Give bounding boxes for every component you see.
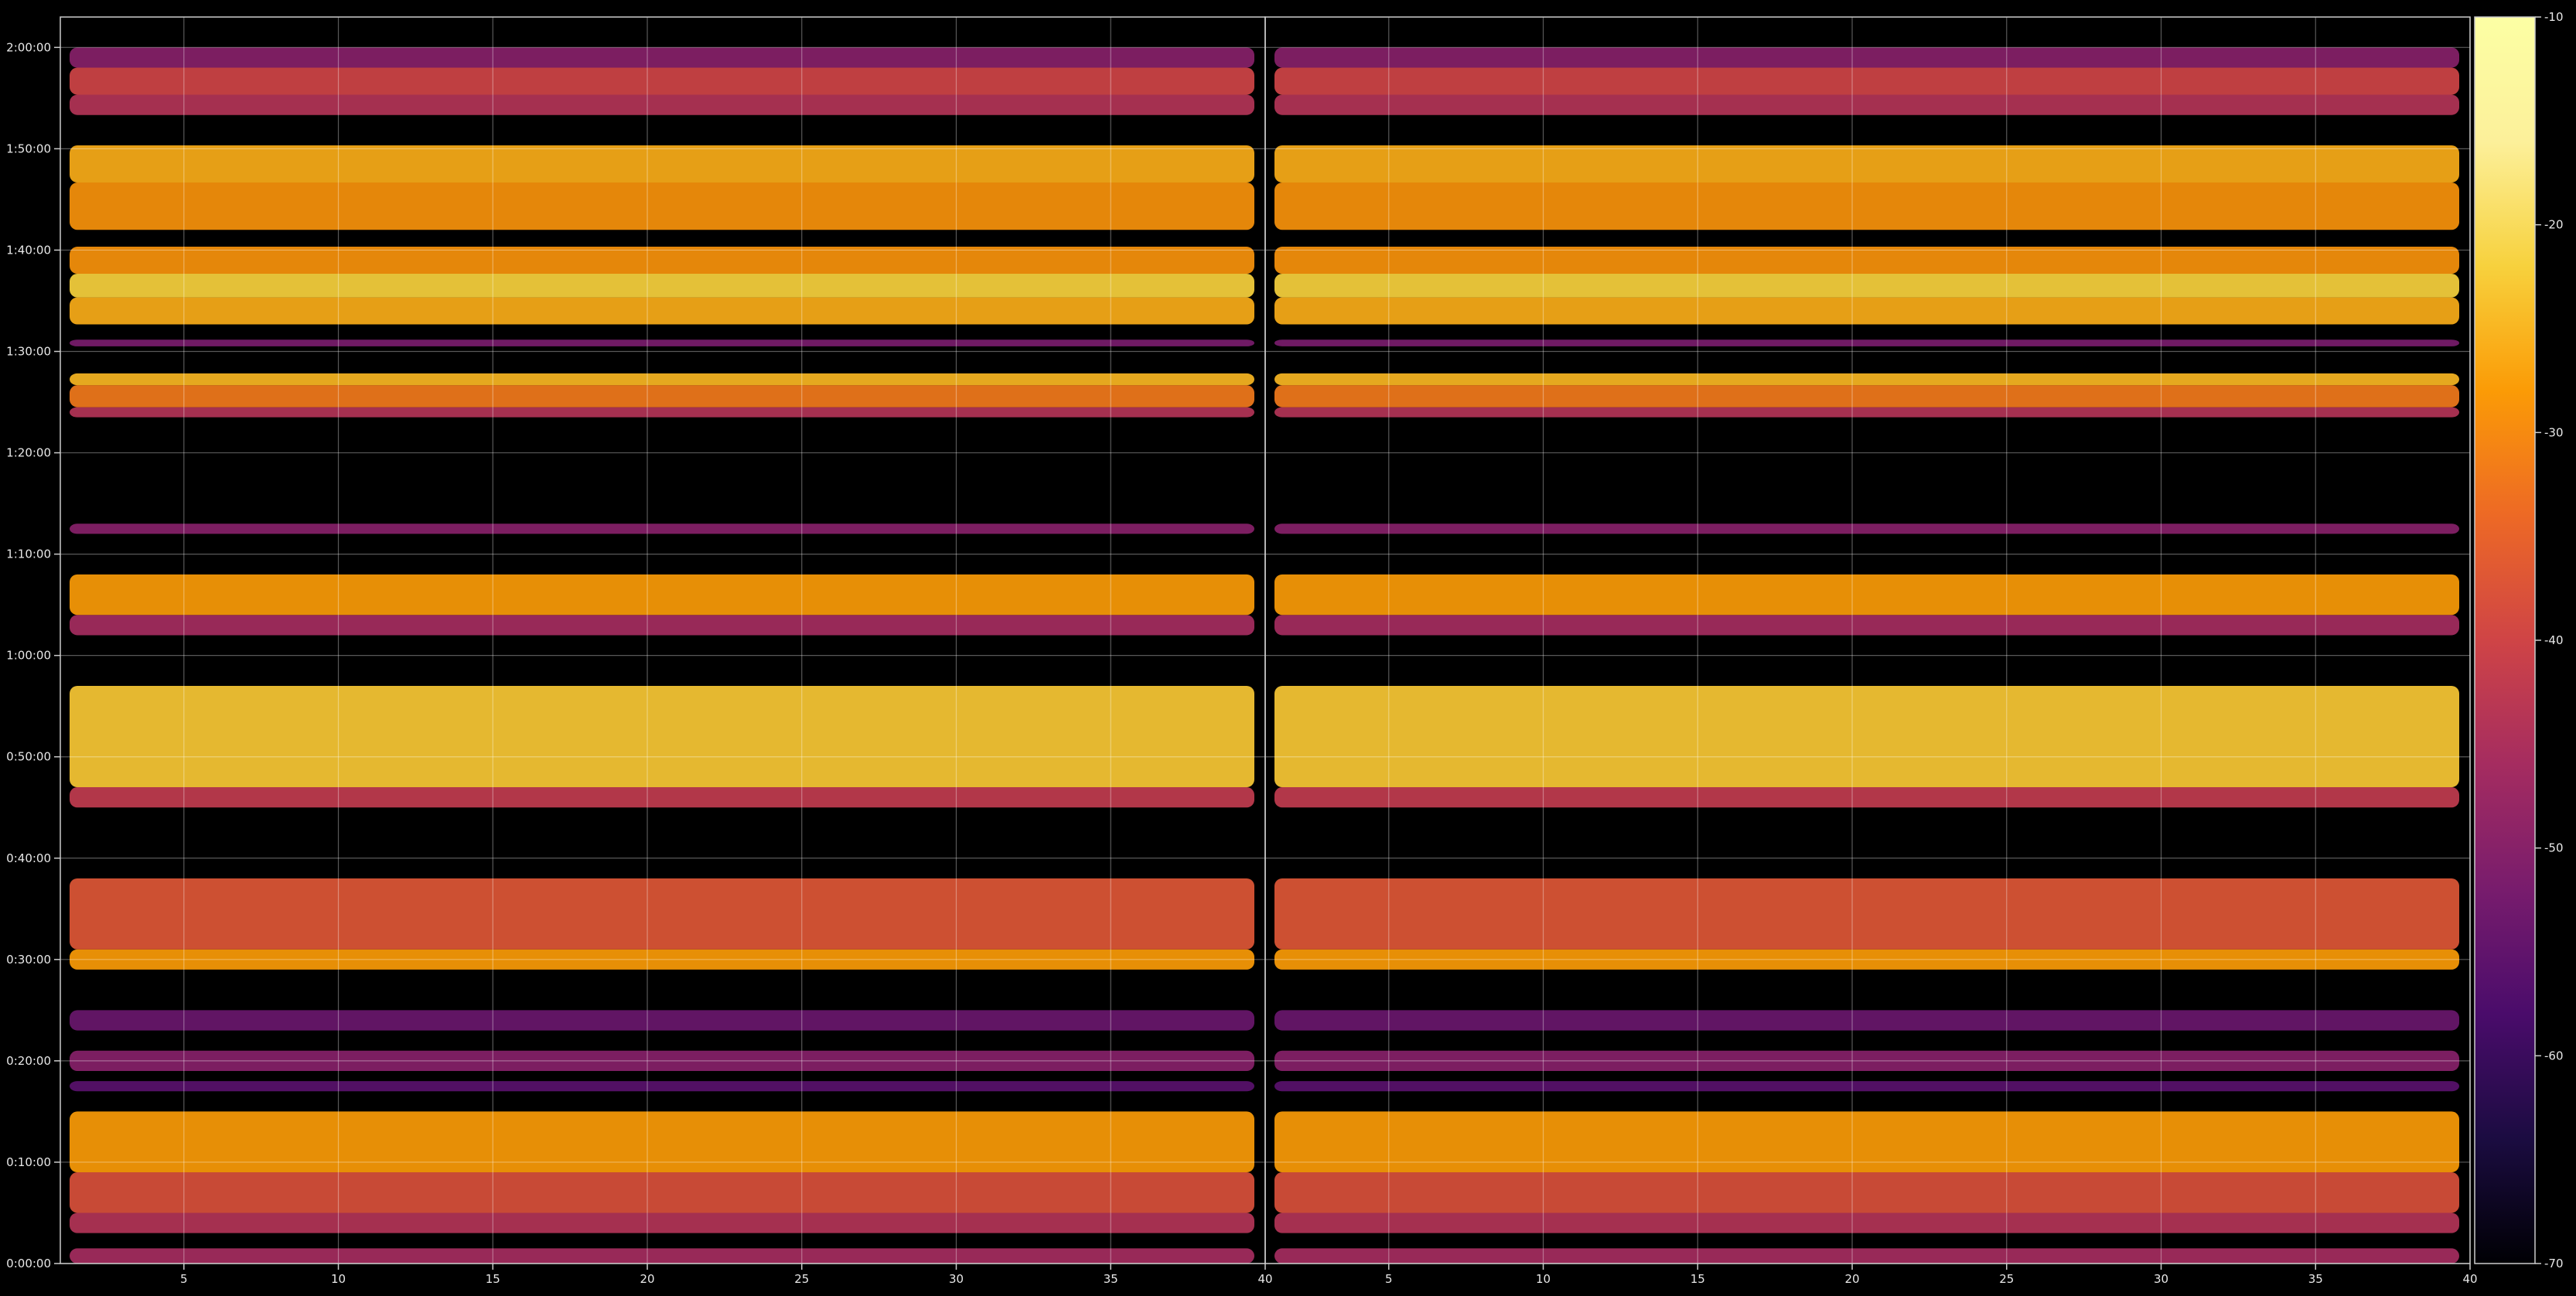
heat-band [70,1111,1254,1173]
heat-band [70,1010,1254,1031]
heat-band [1274,574,2459,616]
y-tick-label: 0:30:00 [6,953,51,967]
chart-canvas: 0:00:00 0:10:00 0:20:00 0:30:00 0:40:00 0:50:… [6,10,2564,1286]
heatmap-chart: 0:00:00 0:10:00 0:20:00 0:30:00 0:40:00 0:50:… [0,0,2576,1293]
heat-band [1274,145,2459,183]
heat-band [70,407,1254,418]
x-tick-label: 30 [2154,1272,2168,1286]
colorbar: -10 -20 -30 -40 -50 -60 -70 [2474,10,2564,1270]
x-tick-label: 20 [1844,1272,1859,1286]
heat-band [70,615,1254,636]
heat-band [1274,1010,2459,1031]
heat-band [1274,274,2459,298]
heat-band [70,574,1254,616]
colorbar-gradient [2474,16,2536,1264]
heat-band [1274,47,2459,68]
colorbar-tick-label: -40 [2544,633,2564,647]
heat-band [1274,94,2459,115]
heat-band [1274,787,2459,808]
heat-band [1274,615,2459,636]
heat-band [1274,67,2459,95]
y-tick-label: 0:20:00 [6,1054,51,1068]
heat-band [70,274,1254,298]
y-tick-label: 2:00:00 [6,40,51,54]
heat-band [70,524,1254,534]
y-tick-label: 1:30:00 [6,344,51,358]
heat-band [1274,1212,2459,1233]
x-tick-label: 10 [1536,1272,1551,1286]
heat-band [1274,373,2459,386]
heat-band [1274,339,2459,346]
heat-band [70,787,1254,808]
heat-band [1274,1081,2459,1092]
y-tick-label: 1:40:00 [6,243,51,257]
heat-band [1274,1111,2459,1173]
heat-band [70,94,1254,115]
heat-band [1274,685,2459,788]
colorbar-tick-label: -60 [2544,1049,2564,1062]
x-tick-label: 10 [331,1272,346,1286]
heat-band [70,1081,1254,1092]
heat-band [70,685,1254,788]
heat-band [70,47,1254,68]
heat-band [1274,407,2459,418]
y-tick-label: 1:00:00 [6,649,51,663]
heat-band [70,1212,1254,1233]
x-tick-label: 15 [486,1272,500,1286]
panel-2 [1265,17,2470,1264]
y-tick-label: 0:00:00 [6,1257,51,1270]
x-tick-label: 35 [2308,1272,2323,1286]
y-tick-label: 0:50:00 [6,750,51,764]
heat-band [70,1248,1254,1264]
heat-band [1274,878,2459,950]
colorbar-tick-label: -20 [2544,218,2564,232]
x-tick-label: 25 [1999,1272,2014,1286]
x-tick-label: 5 [1385,1272,1393,1286]
heat-band [1274,1248,2459,1264]
heat-band [70,145,1254,183]
heat-band [70,878,1254,950]
heat-band [1274,182,2459,230]
x-tick-label: 20 [640,1272,654,1286]
heat-band [70,297,1254,325]
heat-band [70,247,1254,275]
x-tick-label: 15 [1691,1272,1705,1286]
colorbar-tick-label: -10 [2544,10,2564,24]
heat-band [1274,385,2459,408]
x-tick-label: 40 [2462,1272,2477,1286]
y-tick-label: 0:10:00 [6,1155,51,1169]
x-tick-label: 25 [794,1272,809,1286]
x-tick-label: 40 [1257,1272,1272,1286]
x-tick-label: 5 [180,1272,188,1286]
x-tick-label: 30 [949,1272,964,1286]
y-tick-label: 1:20:00 [6,446,51,460]
y-tick-label: 1:10:00 [6,547,51,561]
heat-band [70,339,1254,346]
x-tick-label: 35 [1104,1272,1118,1286]
heat-band [70,67,1254,95]
heat-band [70,385,1254,408]
heat-band [1274,247,2459,275]
heat-band [1274,297,2459,325]
heat-band [70,182,1254,230]
panel-1 [60,17,1265,1264]
heat-band [1274,1172,2459,1213]
y-tick-label: 0:40:00 [6,851,51,865]
colorbar-tick-label: -30 [2544,425,2564,439]
colorbar-tick-label: -50 [2544,841,2564,855]
heat-band [70,373,1254,386]
colorbar-tick-label: -70 [2544,1257,2564,1270]
heat-band [70,1172,1254,1213]
heat-band [1274,524,2459,534]
y-tick-label: 1:50:00 [6,142,51,155]
